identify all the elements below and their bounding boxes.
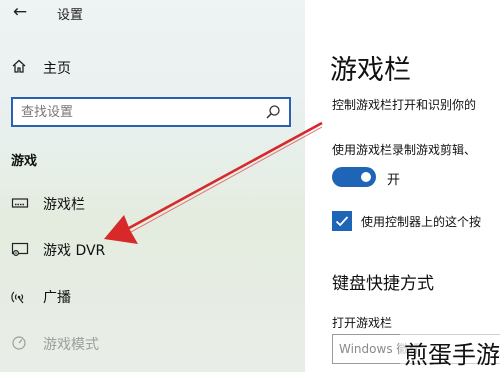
sidebar-item-label: 广播 [43,290,71,306]
sidebar-item-label: 游戏模式 [43,337,99,353]
settings-window: ← 设置 主页 游戏 游戏栏 [0,0,500,372]
game-bar-icon [11,198,29,208]
toggle-state-text: 开 [387,173,401,188]
sidebar-item-game-dvr[interactable]: 游戏 DVR [0,234,300,266]
app-title: 设置 [57,8,84,23]
home-icon [12,59,26,73]
sidebar-section-title: 游戏 [11,154,38,169]
page-description: 控制游戏栏打开和识别你的 [332,98,477,112]
back-arrow-icon: ← [12,2,28,22]
game-mode-icon [12,336,26,350]
shortcuts-section-title: 键盘快捷方式 [332,274,434,294]
sidebar-item-game-mode[interactable]: 游戏模式 [0,328,300,360]
main-content: 游戏栏 控制游戏栏打开和识别你的 使用游戏栏录制游戏剪辑、 开 使用控制器上的这… [305,0,500,372]
back-button[interactable]: ← [6,1,34,23]
record-setting-label: 使用游戏栏录制游戏剪辑、 [332,143,477,157]
search-box[interactable] [11,97,291,127]
sidebar-item-label: 主页 [43,61,71,77]
sidebar-item-home[interactable]: 主页 [0,52,300,84]
sidebar-item-broadcast[interactable]: 广播 [0,281,300,313]
game-dvr-icon [11,242,29,257]
search-input[interactable] [21,102,251,122]
sidebar-item-label: 游戏栏 [43,197,85,213]
title-bar: ← 设置 [0,0,305,26]
page-title: 游戏栏 [330,55,411,86]
checkmark-icon [335,216,349,227]
sidebar: ← 设置 主页 游戏 游戏栏 [0,0,305,372]
toggle-knob [361,172,371,182]
search-icon[interactable] [265,104,281,120]
broadcast-icon [11,291,24,304]
sidebar-item-game-bar[interactable]: 游戏栏 [0,188,300,220]
controller-checkbox-label: 使用控制器上的这个按 [361,215,482,229]
controller-checkbox[interactable] [332,211,352,231]
record-toggle-switch[interactable] [332,167,376,187]
open-game-bar-label: 打开游戏栏 [332,316,393,330]
watermark: 煎蛋手游 [400,333,500,372]
sidebar-item-label: 游戏 DVR [43,243,106,259]
